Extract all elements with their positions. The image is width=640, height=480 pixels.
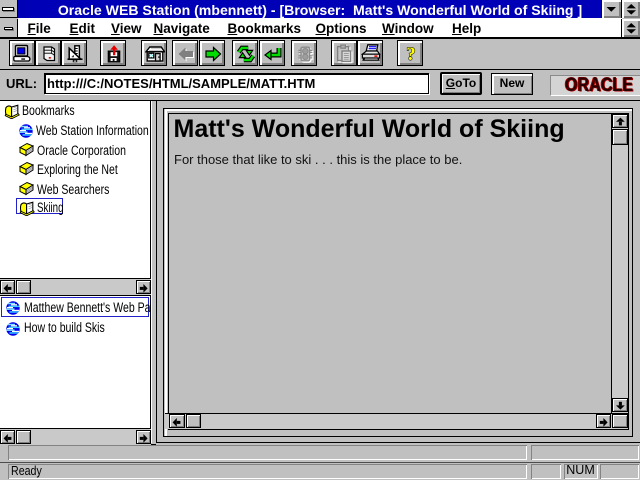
svg-text:?: ? [406,44,416,64]
